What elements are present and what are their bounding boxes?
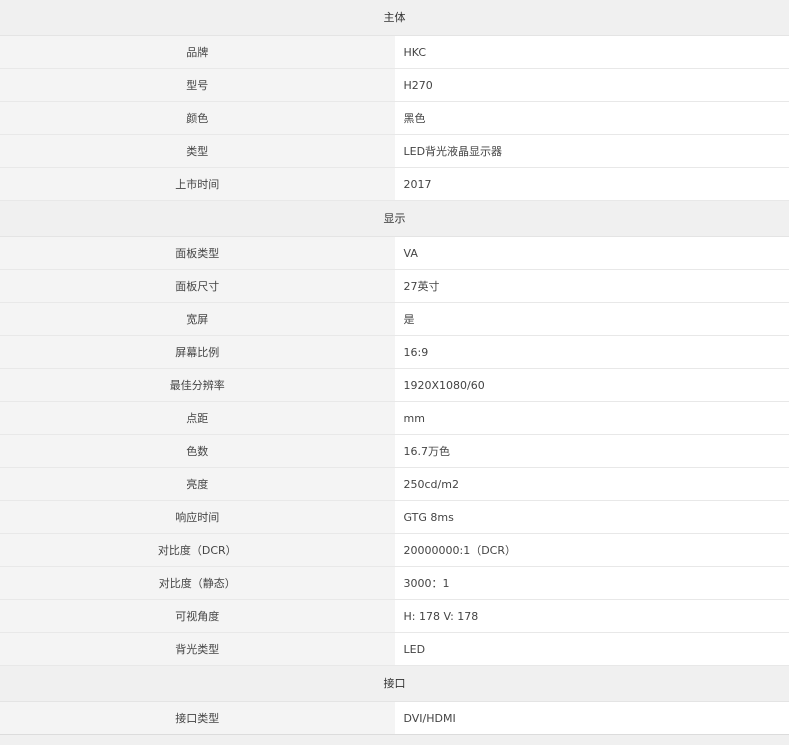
spec-row-colors: 色数 16.7万色 bbox=[0, 434, 789, 468]
spec-row-contrast-dcr: 对比度（DCR） 20000000:1（DCR） bbox=[0, 533, 789, 567]
spec-label: 亮度 bbox=[0, 467, 395, 501]
spec-row-model: 型号 H270 bbox=[0, 68, 789, 102]
spec-row-brightness: 亮度 250cd/m2 bbox=[0, 467, 789, 501]
section-header-interface: 接口 bbox=[0, 665, 789, 702]
spec-value: 是 bbox=[394, 302, 789, 336]
spec-row-backlight-type: 背光类型 LED bbox=[0, 632, 789, 666]
spec-value: 3000：1 bbox=[394, 566, 789, 600]
spec-value: HKC bbox=[394, 35, 789, 69]
spec-table: 主体 品牌 HKC 型号 H270 颜色 黑色 类型 LED背光液晶显示器 上市… bbox=[0, 0, 789, 735]
spec-label: 面板尺寸 bbox=[0, 269, 395, 303]
spec-row-response-time: 响应时间 GTG 8ms bbox=[0, 500, 789, 534]
spec-row-panel-size: 面板尺寸 27英寸 bbox=[0, 269, 789, 303]
spec-row-contrast-static: 对比度（静态） 3000：1 bbox=[0, 566, 789, 600]
section-title: 主体 bbox=[0, 0, 789, 36]
spec-label: 型号 bbox=[0, 68, 395, 102]
spec-value: LED背光液晶显示器 bbox=[394, 134, 789, 168]
spec-row-viewing-angle: 可视角度 H: 178 V: 178 bbox=[0, 599, 789, 633]
spec-label: 响应时间 bbox=[0, 500, 395, 534]
spec-value: 16.7万色 bbox=[394, 434, 789, 468]
spec-value: 黑色 bbox=[394, 101, 789, 135]
spec-value: 2017 bbox=[394, 167, 789, 201]
spec-label: 对比度（DCR） bbox=[0, 533, 395, 567]
spec-value: 1920X1080/60 bbox=[394, 368, 789, 402]
spec-value: 27英寸 bbox=[394, 269, 789, 303]
section-header-display: 显示 bbox=[0, 200, 789, 237]
spec-row-color: 颜色 黑色 bbox=[0, 101, 789, 135]
spec-label: 上市时间 bbox=[0, 167, 395, 201]
spec-value: 250cd/m2 bbox=[394, 467, 789, 501]
section-title: 显示 bbox=[0, 200, 789, 237]
spec-value: mm bbox=[394, 401, 789, 435]
spec-value: H: 178 V: 178 bbox=[394, 599, 789, 633]
spec-row-panel-type: 面板类型 VA bbox=[0, 236, 789, 270]
section-title: 接口 bbox=[0, 665, 789, 702]
spec-label: 面板类型 bbox=[0, 236, 395, 270]
spec-row-resolution: 最佳分辨率 1920X1080/60 bbox=[0, 368, 789, 402]
spec-value: VA bbox=[394, 236, 789, 270]
spec-value: 16:9 bbox=[394, 335, 789, 369]
spec-label: 颜色 bbox=[0, 101, 395, 135]
spec-label: 点距 bbox=[0, 401, 395, 435]
spec-label: 可视角度 bbox=[0, 599, 395, 633]
spec-label: 品牌 bbox=[0, 35, 395, 69]
section-header-main: 主体 bbox=[0, 0, 789, 36]
spec-label: 最佳分辨率 bbox=[0, 368, 395, 402]
spec-row-brand: 品牌 HKC bbox=[0, 35, 789, 69]
spec-row-release-date: 上市时间 2017 bbox=[0, 167, 789, 201]
spec-row-widescreen: 宽屏 是 bbox=[0, 302, 789, 336]
spec-label: 屏幕比例 bbox=[0, 335, 395, 369]
spec-label: 宽屏 bbox=[0, 302, 395, 336]
spec-label: 背光类型 bbox=[0, 632, 395, 666]
next-section-header-partial bbox=[0, 735, 789, 745]
spec-value: GTG 8ms bbox=[394, 500, 789, 534]
spec-row-dot-pitch: 点距 mm bbox=[0, 401, 789, 435]
spec-row-aspect-ratio: 屏幕比例 16:9 bbox=[0, 335, 789, 369]
spec-label: 色数 bbox=[0, 434, 395, 468]
spec-row-interface-type: 接口类型 DVI/HDMI bbox=[0, 701, 789, 735]
spec-value: 20000000:1（DCR） bbox=[394, 533, 789, 567]
spec-label: 对比度（静态） bbox=[0, 566, 395, 600]
spec-value: H270 bbox=[394, 68, 789, 102]
spec-row-type: 类型 LED背光液晶显示器 bbox=[0, 134, 789, 168]
spec-value: DVI/HDMI bbox=[394, 701, 789, 735]
spec-label: 接口类型 bbox=[0, 701, 395, 735]
spec-value: LED bbox=[394, 632, 789, 666]
spec-label: 类型 bbox=[0, 134, 395, 168]
